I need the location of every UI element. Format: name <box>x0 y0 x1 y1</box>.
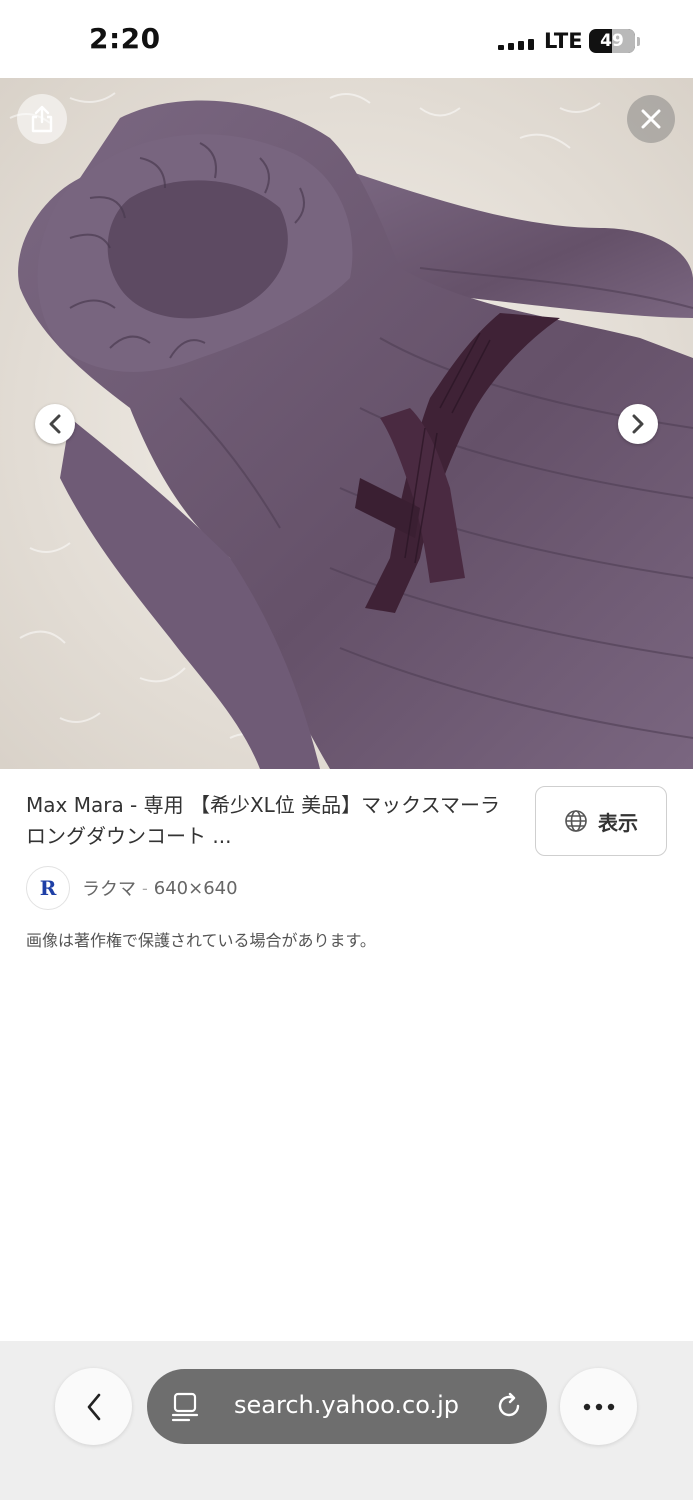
ellipsis-icon <box>583 1403 614 1410</box>
reload-icon[interactable] <box>494 1391 524 1421</box>
share-button[interactable] <box>17 94 67 144</box>
copyright-notice: 画像は著作権で保護されている場合があります。 <box>26 931 376 950</box>
view-button[interactable]: 表示 <box>535 786 667 856</box>
close-button[interactable] <box>627 95 675 143</box>
battery-icon: 49 <box>589 29 635 53</box>
source-logo-letter: R <box>39 876 57 900</box>
page-menu-icon[interactable] <box>171 1392 199 1422</box>
back-button[interactable] <box>55 1368 132 1445</box>
view-button-label: 表示 <box>598 810 638 835</box>
status-bar: 2:20 LTE 49 <box>0 0 693 78</box>
source-name: ラクマ <box>82 879 136 900</box>
result-title[interactable]: Max Mara - 専用 【希少XL位 美品】マックスマーラ ロングダウンコー… <box>26 790 516 852</box>
source-separator: - <box>142 878 148 898</box>
chevron-left-icon <box>49 414 61 434</box>
network-type: LTE <box>544 29 583 53</box>
image-dimensions: 640×640 <box>153 877 238 899</box>
signal-icon <box>498 36 536 50</box>
source-row[interactable]: R ラクマ - 640×640 <box>26 866 238 910</box>
chevron-left-icon <box>87 1393 100 1420</box>
status-time: 2:20 <box>89 22 161 55</box>
previous-image-button[interactable] <box>35 404 75 444</box>
share-icon <box>31 105 53 133</box>
chevron-right-icon <box>632 414 644 434</box>
coat-photo <box>0 78 693 769</box>
more-options-button[interactable] <box>560 1368 637 1445</box>
close-icon <box>641 109 661 129</box>
battery-percent: 49 <box>600 31 624 51</box>
globe-icon <box>565 810 587 832</box>
url-text[interactable]: search.yahoo.co.jp <box>234 1391 459 1419</box>
result-image[interactable] <box>0 78 693 769</box>
next-image-button[interactable] <box>618 404 658 444</box>
source-logo: R <box>26 866 70 910</box>
